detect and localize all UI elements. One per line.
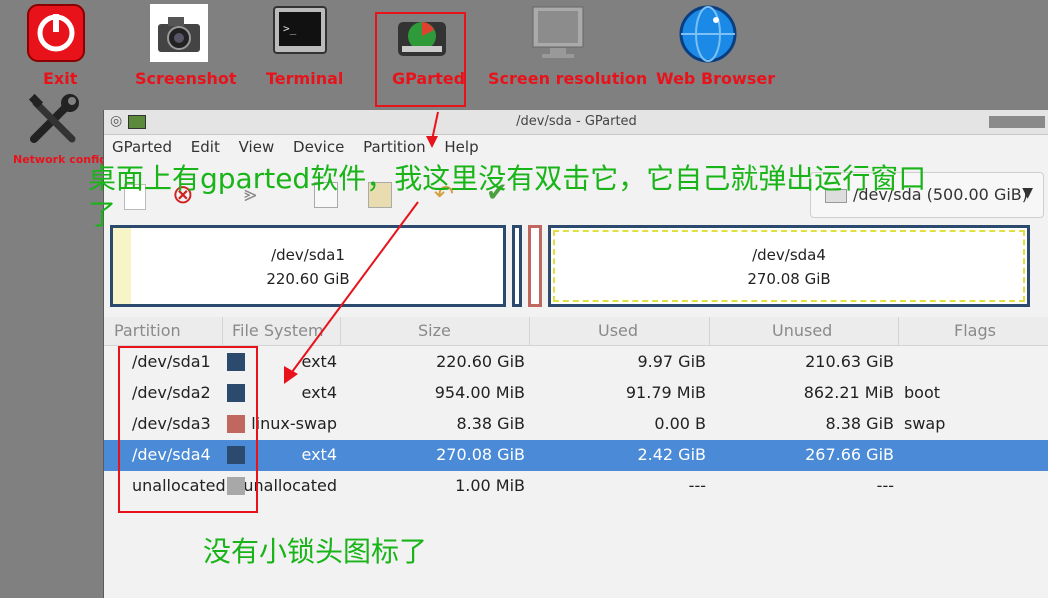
filesystem-cell: ext4 <box>301 383 337 402</box>
used-cell: 9.97 GiB <box>637 352 706 371</box>
web-browser-label: Web Browser <box>656 69 776 88</box>
sda4-map-name: /dev/sda4 <box>752 246 826 264</box>
size-cell: 220.60 GiB <box>436 352 525 371</box>
sda4-selection-outline <box>553 230 1025 302</box>
used-cell: 0.00 B <box>654 414 706 433</box>
menu-view[interactable]: View <box>239 138 275 156</box>
sda4-map-size: 270.08 GiB <box>747 270 831 288</box>
menu-help[interactable]: Help <box>444 138 478 156</box>
tools-icon[interactable] <box>26 93 84 147</box>
header-divider <box>340 317 341 345</box>
header-divider <box>529 317 530 345</box>
header-divider <box>222 317 223 345</box>
screen-resolution-label: Screen resolution <box>488 69 648 88</box>
terminal-label: Terminal <box>266 69 344 88</box>
svg-text:>_: >_ <box>283 22 297 35</box>
sda1-used-fill <box>113 228 131 304</box>
partition-block-sda2[interactable] <box>512 225 522 307</box>
used-cell: 91.79 MiB <box>625 383 706 402</box>
header-divider <box>898 317 899 345</box>
window-title: /dev/sda - GParted <box>516 114 637 129</box>
header-flags[interactable]: Flags <box>954 321 996 340</box>
sda1-map-name: /dev/sda1 <box>271 246 345 264</box>
menu-partition[interactable]: Partition <box>363 138 426 156</box>
partition-block-sda4[interactable]: /dev/sda4 270.08 GiB <box>548 225 1030 307</box>
header-used[interactable]: Used <box>598 321 638 340</box>
partition-highlight-box <box>118 346 258 513</box>
size-cell: 1.00 MiB <box>455 476 525 495</box>
menu-device[interactable]: Device <box>293 138 344 156</box>
header-partition[interactable]: Partition <box>114 321 181 340</box>
header-filesystem[interactable]: File System <box>232 321 324 340</box>
partition-block-sda3[interactable] <box>528 225 542 307</box>
gparted-label: GParted <box>392 69 466 88</box>
menubar: GParted Edit View Device Partition Help <box>112 138 493 156</box>
filesystem-cell: linux-swap <box>251 414 337 433</box>
monitor-icon[interactable] <box>530 6 586 60</box>
window-titlebar[interactable]: ◎ /dev/sda - GParted <box>104 110 1048 135</box>
unused-cell: --- <box>876 476 894 495</box>
exit-label: Exit <box>43 69 78 88</box>
unused-cell: 267.66 GiB <box>805 445 894 464</box>
unused-cell: 862.21 MiB <box>803 383 894 402</box>
harddisk-icon[interactable] <box>394 16 450 60</box>
unused-cell: 8.38 GiB <box>825 414 894 433</box>
camera-icon[interactable] <box>150 4 208 62</box>
top-annotation-line1: 桌面上有gparted软件，我这里没有双击它，它自己就弹出运行窗口 <box>88 162 927 195</box>
partition-map: /dev/sda1 220.60 GiB /dev/sda4 270.08 Gi… <box>110 225 1030 311</box>
used-cell: --- <box>688 476 706 495</box>
table-header: Partition File System Size Used Unused F… <box>104 317 1048 346</box>
size-cell: 954.00 MiB <box>434 383 525 402</box>
header-size[interactable]: Size <box>418 321 451 340</box>
sda1-map-size: 220.60 GiB <box>266 270 350 288</box>
exit-icon[interactable] <box>27 4 85 62</box>
flags-cell: boot <box>904 383 941 402</box>
top-annotation-line2: 了 <box>88 198 117 231</box>
header-unused[interactable]: Unused <box>772 321 832 340</box>
screenshot-label: Screenshot <box>135 69 237 88</box>
globe-icon[interactable] <box>678 4 738 64</box>
flags-cell: swap <box>904 414 946 433</box>
menu-edit[interactable]: Edit <box>191 138 220 156</box>
unused-cell: 210.63 GiB <box>805 352 894 371</box>
filesystem-cell: ext4 <box>301 352 337 371</box>
power-icon <box>27 4 85 62</box>
size-cell: 270.08 GiB <box>436 445 525 464</box>
used-cell: 2.42 GiB <box>637 445 706 464</box>
partition-block-sda1[interactable]: /dev/sda1 220.60 GiB <box>110 225 506 307</box>
size-cell: 8.38 GiB <box>456 414 525 433</box>
menu-gparted[interactable]: GParted <box>112 138 172 156</box>
filesystem-cell: ext4 <box>301 445 337 464</box>
header-divider <box>709 317 710 345</box>
terminal-icon[interactable]: >_ <box>273 6 327 58</box>
window-controls[interactable] <box>989 116 1045 128</box>
chevron-down-icon: ▼ <box>1022 185 1033 201</box>
bottom-annotation: 没有小锁头图标了 <box>203 535 428 568</box>
